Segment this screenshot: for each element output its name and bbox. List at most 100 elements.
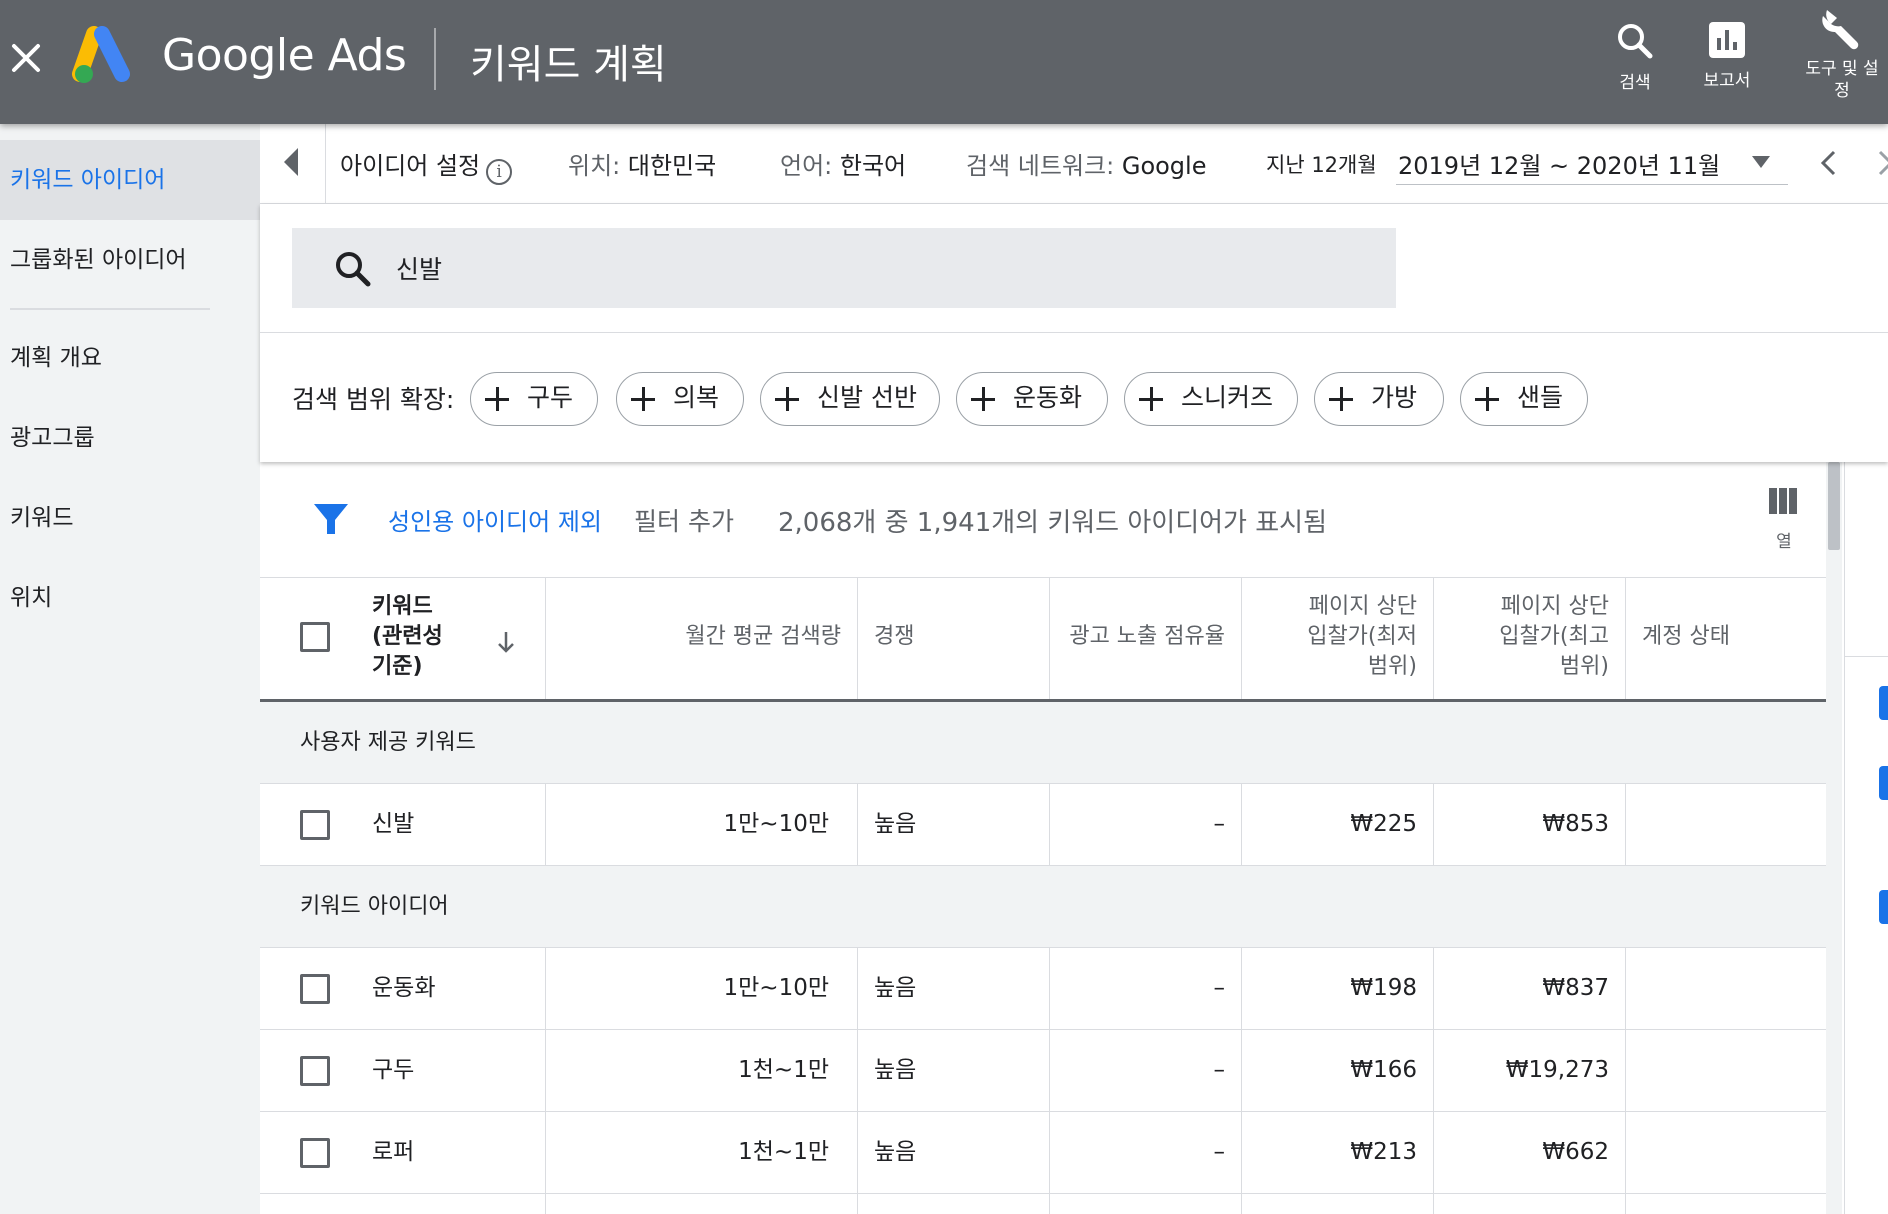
search-label: 검색	[1619, 73, 1651, 93]
keyword-search-input[interactable]: 신발	[292, 228, 1396, 308]
filter-icon[interactable]	[314, 502, 348, 536]
high-bid-cell: ₩837	[1434, 948, 1626, 1029]
panel-action-button[interactable]	[1879, 686, 1888, 720]
chip-label: 샌들	[1517, 383, 1564, 412]
keyword-header-line-3: 기준)	[372, 654, 423, 679]
close-icon[interactable]	[10, 42, 42, 74]
sidebar-item-keyword-ideas[interactable]: 키워드 아이디어	[0, 140, 260, 220]
table-row[interactable]: 운동화 1만~10만 높음 – ₩198 ₩837	[260, 948, 1826, 1030]
impression-share-header[interactable]: 광고 노출 점유율	[1050, 578, 1242, 699]
keyword-text: 운동화	[372, 975, 436, 1001]
group-label: 키워드 아이디어	[300, 894, 449, 919]
low-bid-cell: ₩166	[1242, 1030, 1434, 1111]
table-row[interactable]: 신발 1만~10만 높음 – ₩225 ₩853	[260, 784, 1826, 866]
keyword-header-line-2: (관련성	[372, 624, 443, 649]
info-icon[interactable]: i	[486, 159, 513, 185]
low-bid-cell	[1242, 1194, 1434, 1214]
plus-icon	[775, 387, 799, 411]
panel-checkbox[interactable]	[1879, 766, 1888, 800]
location-setting[interactable]: 위치: 대한민국	[568, 146, 716, 181]
select-all-checkbox[interactable]	[300, 622, 330, 652]
high-bid-header-line-1: 페이지 상단	[1500, 594, 1609, 619]
high-bid-cell: ₩853	[1434, 784, 1626, 865]
add-filter-button[interactable]: 필터 추가	[634, 502, 734, 538]
idea-settings[interactable]: 아이디어 설정 i	[340, 146, 513, 185]
page-title: 키워드 계획	[470, 42, 667, 88]
tools-label-line-1: 도구 및 설	[1805, 59, 1879, 79]
sidebar-item-grouped-ideas[interactable]: 그룹화된 아이디어	[0, 220, 260, 300]
tools-settings-button[interactable]: 도구 및 설 정	[1796, 6, 1888, 102]
language-label: 언어:	[780, 152, 833, 180]
row-checkbox[interactable]	[300, 810, 330, 840]
panel-divider	[1845, 656, 1888, 657]
sidebar-item-plan-overview[interactable]: 계획 개요	[0, 318, 260, 398]
impression-share-cell: –	[1050, 948, 1242, 1029]
competition-header[interactable]: 경쟁	[858, 578, 1050, 699]
low-bid-cell: ₩198	[1242, 948, 1434, 1029]
high-bid-cell: ₩19,273	[1434, 1030, 1626, 1111]
chevron-right-icon[interactable]	[1874, 150, 1888, 176]
bar-chart-icon	[1709, 22, 1745, 58]
sort-arrow-down-icon[interactable]	[496, 630, 516, 654]
competition-cell: 높음	[858, 948, 1050, 1029]
competition-cell	[858, 1194, 1050, 1214]
impression-share-header-label: 광고 노출 점유율	[1069, 624, 1225, 649]
low-bid-header[interactable]: 페이지 상단 입찰가(최저 범위)	[1242, 578, 1434, 699]
network-label: 검색 네트워크:	[966, 152, 1115, 180]
table-row[interactable]: 구두 1천~1만 높음 – ₩166 ₩19,273	[260, 1030, 1826, 1112]
sidebar-item-ad-groups[interactable]: 광고그룹	[0, 398, 260, 478]
sidebar-item-locations[interactable]: 위치	[0, 558, 260, 638]
date-range-select[interactable]: 2019년 12월 ~ 2020년 11월	[1398, 146, 1720, 181]
plus-icon	[631, 387, 655, 411]
chip-label: 운동화	[1013, 383, 1083, 412]
collapse-sidebar-button[interactable]	[260, 124, 326, 204]
row-checkbox[interactable]	[300, 1056, 330, 1086]
reports-button[interactable]: 보고서	[1692, 22, 1762, 91]
chip-label: 의복	[673, 383, 720, 412]
account-status-cell	[1626, 1030, 1826, 1111]
plus-icon	[485, 387, 509, 411]
network-setting[interactable]: 검색 네트워크: Google	[966, 146, 1206, 181]
chevron-left-icon[interactable]	[1818, 150, 1840, 176]
broaden-chip[interactable]: 가방	[1314, 372, 1444, 426]
broaden-chip[interactable]: 신발 선반	[760, 372, 940, 426]
group-header-row: 사용자 제공 키워드	[260, 702, 1826, 784]
date-range-underline	[1396, 184, 1788, 185]
low-bid-header-line-1: 페이지 상단	[1308, 594, 1417, 619]
search-icon	[1618, 24, 1653, 59]
sidebar-divider	[10, 308, 210, 310]
impression-share-cell: –	[1050, 1030, 1242, 1111]
broaden-chip[interactable]: 운동화	[956, 372, 1108, 426]
table-row[interactable]	[260, 1194, 1826, 1214]
plus-icon	[971, 387, 995, 411]
broaden-chip[interactable]: 구두	[470, 372, 598, 426]
results-scrollbar[interactable]	[1826, 462, 1842, 1214]
language-setting[interactable]: 언어: 한국어	[780, 146, 906, 181]
scrollbar-thumb[interactable]	[1828, 462, 1840, 550]
table-row[interactable]: 로퍼 1천~1만 높음 – ₩213 ₩662	[260, 1112, 1826, 1194]
broaden-chip[interactable]: 스니커즈	[1124, 372, 1298, 426]
row-checkbox[interactable]	[300, 974, 330, 1004]
panel-action-button[interactable]	[1879, 890, 1888, 924]
monthly-searches-cell: 1천~1만	[546, 1030, 858, 1111]
dropdown-arrow-icon[interactable]	[1752, 156, 1770, 168]
broaden-chip[interactable]: 샌들	[1460, 372, 1588, 426]
monthly-searches-header[interactable]: 월간 평균 검색량	[546, 578, 858, 699]
wrench-icon	[1822, 10, 1859, 50]
high-bid-header[interactable]: 페이지 상단 입찰가(최고 범위)	[1434, 578, 1626, 699]
title-separator	[434, 28, 436, 90]
broaden-chip[interactable]: 의복	[616, 372, 744, 426]
account-status-header[interactable]: 계정 상태	[1626, 578, 1826, 699]
search-button[interactable]: 검색	[1610, 22, 1660, 93]
account-status-cell	[1626, 1112, 1826, 1193]
search-input-value: 신발	[396, 255, 443, 284]
exclude-adult-filter[interactable]: 성인용 아이디어 제외	[388, 502, 602, 537]
row-checkbox[interactable]	[300, 1138, 330, 1168]
chip-label: 스니커즈	[1181, 383, 1274, 412]
search-icon	[336, 252, 371, 287]
keyword-column-header[interactable]: 키워드 (관련성 기준)	[260, 578, 546, 699]
high-bid-header-line-2: 입찰가(최고	[1499, 624, 1609, 649]
monthly-searches-cell: 1만~10만	[546, 784, 858, 865]
sidebar-item-keywords[interactable]: 키워드	[0, 478, 260, 558]
columns-button[interactable]: 열	[1766, 488, 1802, 552]
